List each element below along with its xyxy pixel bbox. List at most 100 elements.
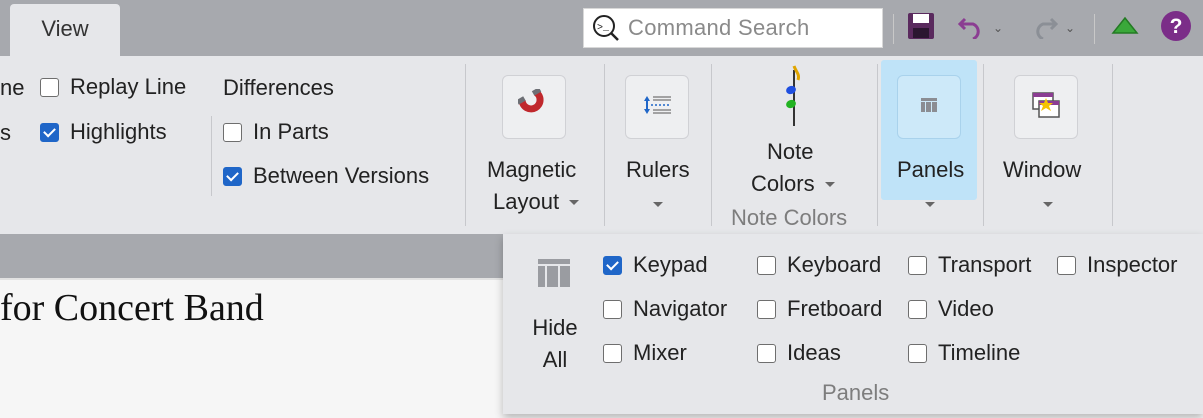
timeline-checkbox[interactable]: Timeline bbox=[908, 340, 1020, 366]
command-search-icon: >_ bbox=[584, 8, 628, 48]
save-icon bbox=[906, 11, 936, 46]
score-title: for Concert Band bbox=[0, 287, 264, 329]
inspector-box[interactable] bbox=[1057, 255, 1076, 275]
windows-icon bbox=[1030, 90, 1062, 125]
hide-all-label-2: All bbox=[542, 347, 568, 372]
panels-icon bbox=[920, 97, 938, 118]
transport-checkbox[interactable]: Transport bbox=[908, 252, 1031, 278]
help-button[interactable]: ? bbox=[1158, 10, 1194, 46]
magnet-icon bbox=[516, 86, 550, 126]
quick-access-separator-2 bbox=[1094, 14, 1095, 44]
differences-heading: Differences bbox=[223, 75, 334, 100]
in-parts-checkbox[interactable]: In Parts bbox=[223, 119, 329, 145]
video-label: Video bbox=[938, 296, 994, 321]
ideas-checkbox[interactable]: Ideas bbox=[757, 340, 841, 366]
timeline-label: Timeline bbox=[938, 340, 1021, 365]
panels-label: Panels bbox=[897, 157, 965, 182]
highlights-box[interactable] bbox=[40, 122, 59, 142]
replay-line-checkbox[interactable]: Replay Line bbox=[40, 74, 186, 100]
rulers-dropdown-icon[interactable] bbox=[653, 202, 663, 207]
magnetic-layout-label-1: Magnetic bbox=[487, 157, 577, 182]
replay-line-label: Replay Line bbox=[70, 74, 187, 99]
tab-view-label: View bbox=[41, 16, 89, 41]
help-icon: ? bbox=[1160, 10, 1192, 47]
navigator-checkbox[interactable]: Navigator bbox=[603, 296, 727, 322]
keyboard-checkbox[interactable]: Keyboard bbox=[757, 252, 881, 278]
svg-text:>_: >_ bbox=[597, 23, 610, 34]
window-label: Window bbox=[1003, 157, 1082, 182]
quick-access-separator bbox=[893, 14, 894, 44]
svg-text:?: ? bbox=[1170, 15, 1183, 38]
between-versions-checkbox[interactable]: Between Versions bbox=[223, 163, 429, 189]
redo-dropdown-icon[interactable]: ⌄ bbox=[1065, 21, 1075, 35]
fretboard-box[interactable] bbox=[757, 299, 776, 319]
inspector-label: Inspector bbox=[1087, 252, 1178, 277]
hide-all-button[interactable]: Hide All bbox=[525, 312, 585, 376]
truncated-label-mid: s bbox=[0, 120, 11, 145]
ribbon-divider-3 bbox=[604, 64, 605, 226]
mixer-checkbox[interactable]: Mixer bbox=[603, 340, 687, 366]
magnetic-layout-button[interactable] bbox=[502, 75, 566, 139]
keypad-label: Keypad bbox=[633, 252, 708, 277]
magnetic-layout-dropdown-icon[interactable] bbox=[569, 200, 579, 205]
between-versions-box[interactable] bbox=[223, 166, 242, 186]
save-button[interactable] bbox=[904, 10, 938, 46]
fretboard-checkbox[interactable]: Fretboard bbox=[757, 296, 882, 322]
undo-button[interactable]: ⌄ bbox=[950, 10, 1010, 46]
in-parts-label: In Parts bbox=[253, 119, 329, 144]
mixer-label: Mixer bbox=[633, 340, 687, 365]
highlights-label: Highlights bbox=[70, 119, 167, 144]
ribbon-divider-6 bbox=[983, 64, 984, 226]
ribbon: ne s Replay Line Highlights Differences … bbox=[0, 56, 1203, 234]
ribbon-divider-7 bbox=[1112, 64, 1113, 226]
transport-box[interactable] bbox=[908, 255, 927, 275]
ribbon-divider-1 bbox=[211, 116, 212, 196]
ideas-box[interactable] bbox=[757, 343, 776, 363]
video-box[interactable] bbox=[908, 299, 927, 319]
inspector-checkbox[interactable]: Inspector bbox=[1057, 252, 1178, 278]
keyboard-box[interactable] bbox=[757, 255, 776, 275]
magnetic-layout-label-2: Layout bbox=[493, 189, 560, 214]
ideas-label: Ideas bbox=[787, 340, 841, 365]
note-colors-button[interactable] bbox=[778, 64, 808, 130]
video-checkbox[interactable]: Video bbox=[908, 296, 994, 322]
rulers-button[interactable] bbox=[625, 75, 689, 139]
between-versions-label: Between Versions bbox=[253, 163, 430, 188]
ribbon-divider-2 bbox=[465, 64, 466, 226]
triangle-up-icon bbox=[1111, 16, 1139, 41]
panels-dropdown-icon[interactable] bbox=[925, 202, 935, 207]
panels-dropdown-menu: Hide All Keypad Keyboard Transport Inspe… bbox=[503, 234, 1203, 414]
title-bar: View >_ Command Search ⌄ ⌄ ? bbox=[0, 0, 1203, 56]
note-colors-label-1: Note bbox=[767, 139, 814, 164]
command-search[interactable]: >_ Command Search bbox=[583, 8, 883, 48]
note-colors-group-label: Note Colors bbox=[731, 205, 848, 230]
fretboard-label: Fretboard bbox=[787, 296, 883, 321]
colored-notes-icon bbox=[778, 65, 808, 134]
keyboard-label: Keyboard bbox=[787, 252, 882, 277]
ribbon-divider-4 bbox=[711, 64, 712, 226]
note-colors-dropdown-icon[interactable] bbox=[825, 182, 835, 187]
hide-all-label-1: Hide bbox=[532, 315, 578, 340]
hide-all-panels-icon[interactable] bbox=[537, 258, 571, 293]
ribbon-divider-5 bbox=[877, 64, 878, 226]
undo-dropdown-icon[interactable]: ⌄ bbox=[993, 21, 1003, 35]
transport-label: Transport bbox=[938, 252, 1032, 277]
panels-group-label: Panels bbox=[822, 380, 890, 405]
rulers-icon bbox=[641, 89, 673, 126]
navigator-box[interactable] bbox=[603, 299, 622, 319]
keypad-checkbox[interactable]: Keypad bbox=[603, 252, 708, 278]
keypad-box[interactable] bbox=[603, 255, 622, 275]
panels-button-icon-box[interactable] bbox=[897, 75, 961, 139]
window-button[interactable] bbox=[1014, 75, 1078, 139]
command-search-input[interactable]: Command Search bbox=[628, 15, 810, 41]
highlights-checkbox[interactable]: Highlights bbox=[40, 119, 167, 145]
in-parts-box[interactable] bbox=[223, 122, 242, 142]
replay-line-box[interactable] bbox=[40, 77, 59, 97]
collapse-ribbon-button[interactable] bbox=[1108, 10, 1142, 46]
tab-view[interactable]: View bbox=[10, 4, 120, 56]
window-dropdown-icon[interactable] bbox=[1043, 202, 1053, 207]
mixer-box[interactable] bbox=[603, 343, 622, 363]
redo-button[interactable]: ⌄ bbox=[1024, 10, 1080, 46]
timeline-box[interactable] bbox=[908, 343, 927, 363]
navigator-label: Navigator bbox=[633, 296, 728, 321]
